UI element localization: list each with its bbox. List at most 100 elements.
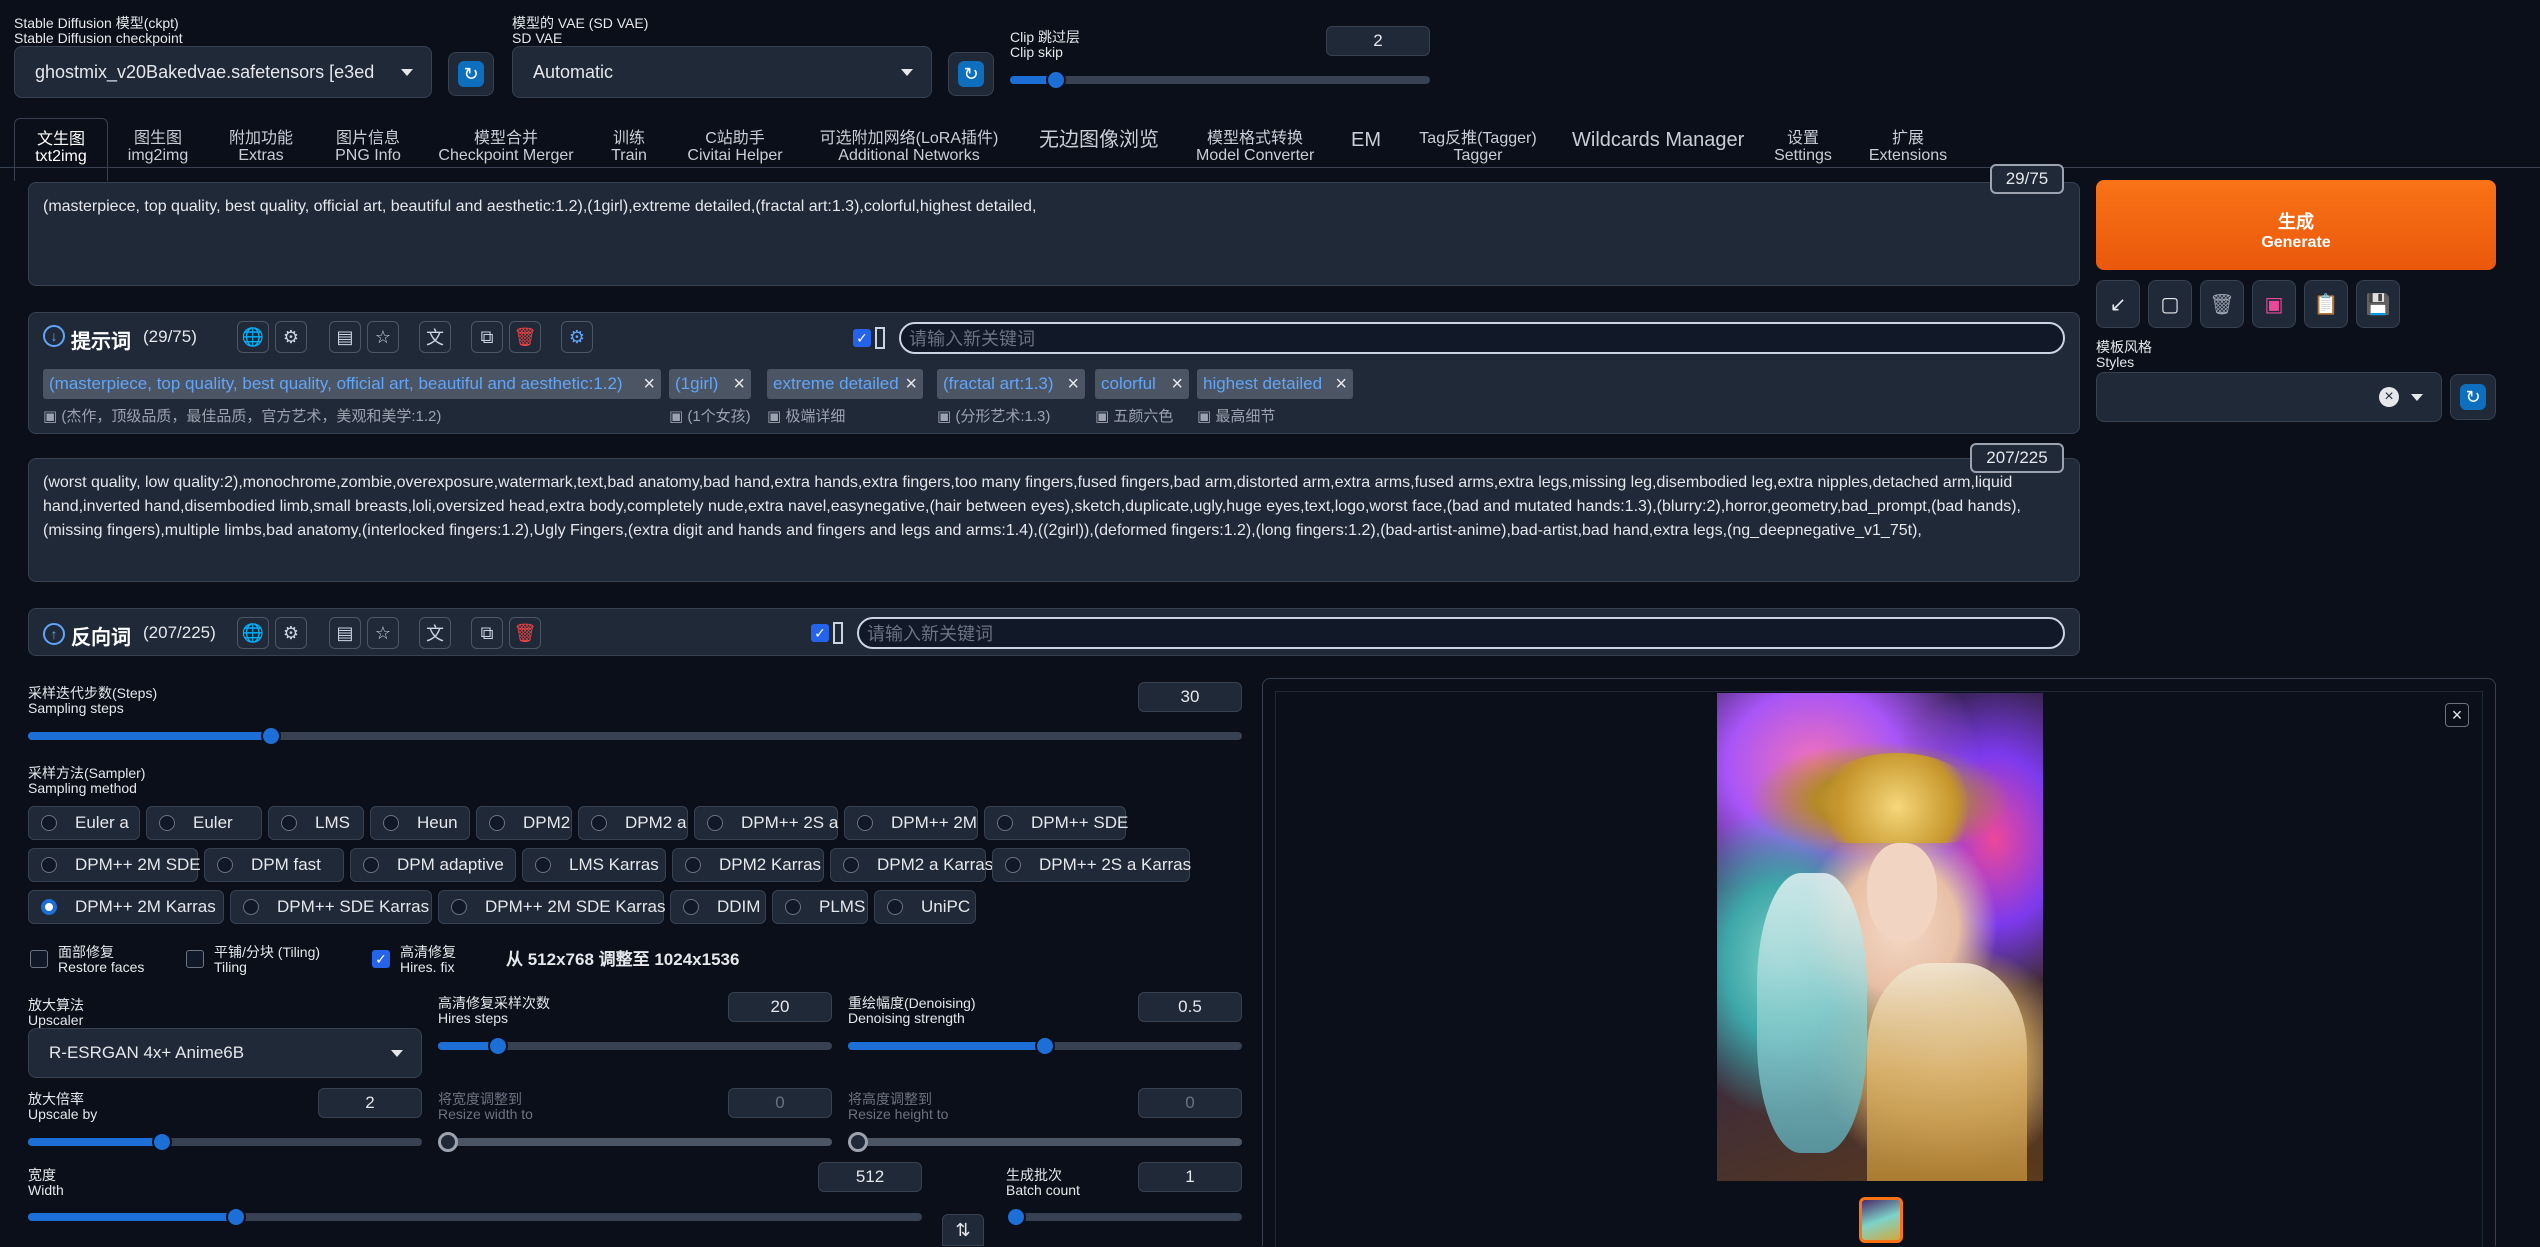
batch-count-slider[interactable] [1006,1207,1242,1227]
upscaler-dropdown[interactable]: R-ESRGAN 4x+ Anime6B [28,1028,422,1078]
openai-icon[interactable]: ⚙ [561,321,593,353]
negative-prompt-textarea[interactable]: (worst quality, low quality:2),monochrom… [28,458,2080,582]
resize-width-input[interactable]: 0 [728,1088,832,1118]
extra-networks-button[interactable]: ▣ [2252,280,2296,328]
sampler-option[interactable]: Euler [146,806,262,840]
paste-button[interactable]: ▢ [2148,280,2192,328]
tab-civitai-helper[interactable]: C站助手 Civitai Helper [684,118,786,174]
swap-dimensions-button[interactable]: ⇅ [942,1214,984,1246]
sampler-option[interactable]: DPM2 Karras [672,848,824,882]
translate-text-icon[interactable]: 文 [419,617,451,649]
sampler-option[interactable]: Heun [370,806,470,840]
vae-refresh-button[interactable]: ↻ [948,52,994,96]
history-icon[interactable]: ▤ [329,321,361,353]
hires-fix-checkbox[interactable]: ✓ [372,950,390,968]
slider-thumb[interactable] [1035,1036,1055,1056]
sampler-option[interactable]: DPM2 a Karras [830,848,993,882]
sampler-option[interactable]: UniPC [874,890,976,924]
denoise-input[interactable]: 0.5 [1138,992,1242,1022]
checkpoint-refresh-button[interactable]: ↻ [448,52,494,96]
clear-icon[interactable]: × [2379,387,2399,407]
history-icon[interactable]: ▤ [329,617,361,649]
denoise-slider[interactable] [848,1036,1242,1056]
tab-tagger[interactable]: Tag反推(Tagger) Tagger [1416,118,1540,174]
save-style-button[interactable]: 💾 [2356,280,2400,328]
resize-height-input[interactable]: 0 [1138,1088,1242,1118]
restore-faces-checkbox[interactable] [30,950,48,968]
gallery-thumbnail[interactable] [1859,1197,1903,1243]
tab-model-converter[interactable]: 模型格式转换 Model Converter [1196,118,1314,174]
prompt-textarea[interactable]: (masterpiece, top quality, best quality,… [28,182,2080,286]
sampler-option[interactable]: DPM2 [476,806,572,840]
close-icon[interactable]: × [2445,703,2469,727]
slider-thumb[interactable] [848,1132,868,1152]
translate-text-icon[interactable]: 文 [419,321,451,353]
settings-gear-icon[interactable]: ⚙ [275,321,307,353]
checkpoint-dropdown[interactable]: ghostmix_v20Bakedvae.safetensors [e3edb8… [14,46,432,98]
translate-globe-icon[interactable]: 🌐 [237,617,269,649]
sampler-option[interactable]: DPM++ 2M [844,806,978,840]
settings-gear-icon[interactable]: ⚙ [275,617,307,649]
slider-thumb[interactable] [1006,1207,1026,1227]
slider-thumb[interactable] [261,726,281,746]
sampler-option[interactable]: DPM fast [204,848,344,882]
delete-trash-icon[interactable]: 🗑 [509,321,541,353]
sampler-option-selected[interactable]: DPM++ 2M Karras [28,890,224,924]
generate-button[interactable]: 生成 Generate [2096,180,2496,270]
styles-refresh-button[interactable]: ↻ [2450,374,2496,420]
tab-em[interactable]: EM [1348,118,1384,162]
copy-icon[interactable]: ⧉ [471,321,503,353]
prompt-tag[interactable]: highest detailed × [1197,369,1353,399]
slider-thumb[interactable] [1046,70,1066,90]
resize-height-slider[interactable] [848,1132,1242,1152]
copy-icon[interactable]: ⧉ [471,617,503,649]
slider-thumb[interactable] [438,1132,458,1152]
translate-globe-icon[interactable]: 🌐 [237,321,269,353]
tab-txt2img[interactable]: 文生图 txt2img [14,118,108,181]
tab-wildcards-manager[interactable]: Wildcards Manager [1572,118,1744,162]
prompt-keyword-input[interactable]: 请输入新关键词 [899,322,2065,354]
generated-image[interactable] [1717,693,2043,1181]
sampler-option[interactable]: DPM++ 2M SDE [28,848,201,882]
clip-skip-slider[interactable] [1010,70,1430,90]
sampler-option[interactable]: DPM++ 2S a [694,806,838,840]
hires-steps-input[interactable]: 20 [728,992,832,1022]
sampler-option[interactable]: DPM++ 2M SDE Karras [438,890,665,924]
delete-trash-icon[interactable]: 🗑 [509,617,541,649]
favorite-star-icon[interactable]: ☆ [367,321,399,353]
tab-extras[interactable]: 附加功能 Extras [216,118,306,174]
tab-settings[interactable]: 设置 Settings [1772,118,1834,174]
vae-dropdown[interactable]: Automatic [512,46,932,98]
apply-style-button[interactable]: 📋 [2304,280,2348,328]
sampler-option[interactable]: DDIM [670,890,766,924]
steps-input[interactable]: 30 [1138,682,1242,712]
sampler-option[interactable]: DPM++ SDE [984,806,1128,840]
tab-additional-networks[interactable]: 可选附加网络(LoRA插件) Additional Networks [818,118,1000,174]
sampler-option[interactable]: LMS [268,806,364,840]
steps-slider[interactable] [28,726,1242,746]
prompt-tag[interactable]: extreme detailed × [767,369,923,399]
favorite-star-icon[interactable]: ☆ [367,617,399,649]
tab-png-info[interactable]: 图片信息 PNG Info [326,118,410,174]
width-slider[interactable] [28,1207,922,1227]
auto-translate-checkbox[interactable]: ✓ [811,624,829,642]
upscale-by-slider[interactable] [28,1132,422,1152]
prompt-tag[interactable]: (masterpiece, top quality, best quality,… [43,369,661,399]
sampler-option[interactable]: DPM++ 2S a Karras [992,848,1191,882]
sampler-option[interactable]: LMS Karras [522,848,666,882]
auto-translate-checkbox[interactable]: ✓ [853,329,871,347]
clear-prompt-button[interactable]: 🗑 [2200,280,2244,328]
tab-checkpoint-merger[interactable]: 模型合并 Checkpoint Merger [436,118,576,174]
slider-thumb[interactable] [226,1207,246,1227]
width-input[interactable]: 512 [818,1162,922,1192]
sampler-option[interactable]: PLMS [772,890,868,924]
batch-count-input[interactable]: 1 [1138,1162,1242,1192]
sampler-option[interactable]: Euler a [28,806,140,840]
sampler-option[interactable]: DPM++ SDE Karras [230,890,432,924]
tiling-checkbox[interactable] [186,950,204,968]
slider-thumb[interactable] [488,1036,508,1056]
negative-keyword-input[interactable]: 请输入新关键词 [857,617,2065,649]
tab-img2img[interactable]: 图生图 img2img [118,118,198,174]
prompt-tag[interactable]: colorful × [1095,369,1189,399]
styles-dropdown[interactable]: × [2096,372,2442,422]
